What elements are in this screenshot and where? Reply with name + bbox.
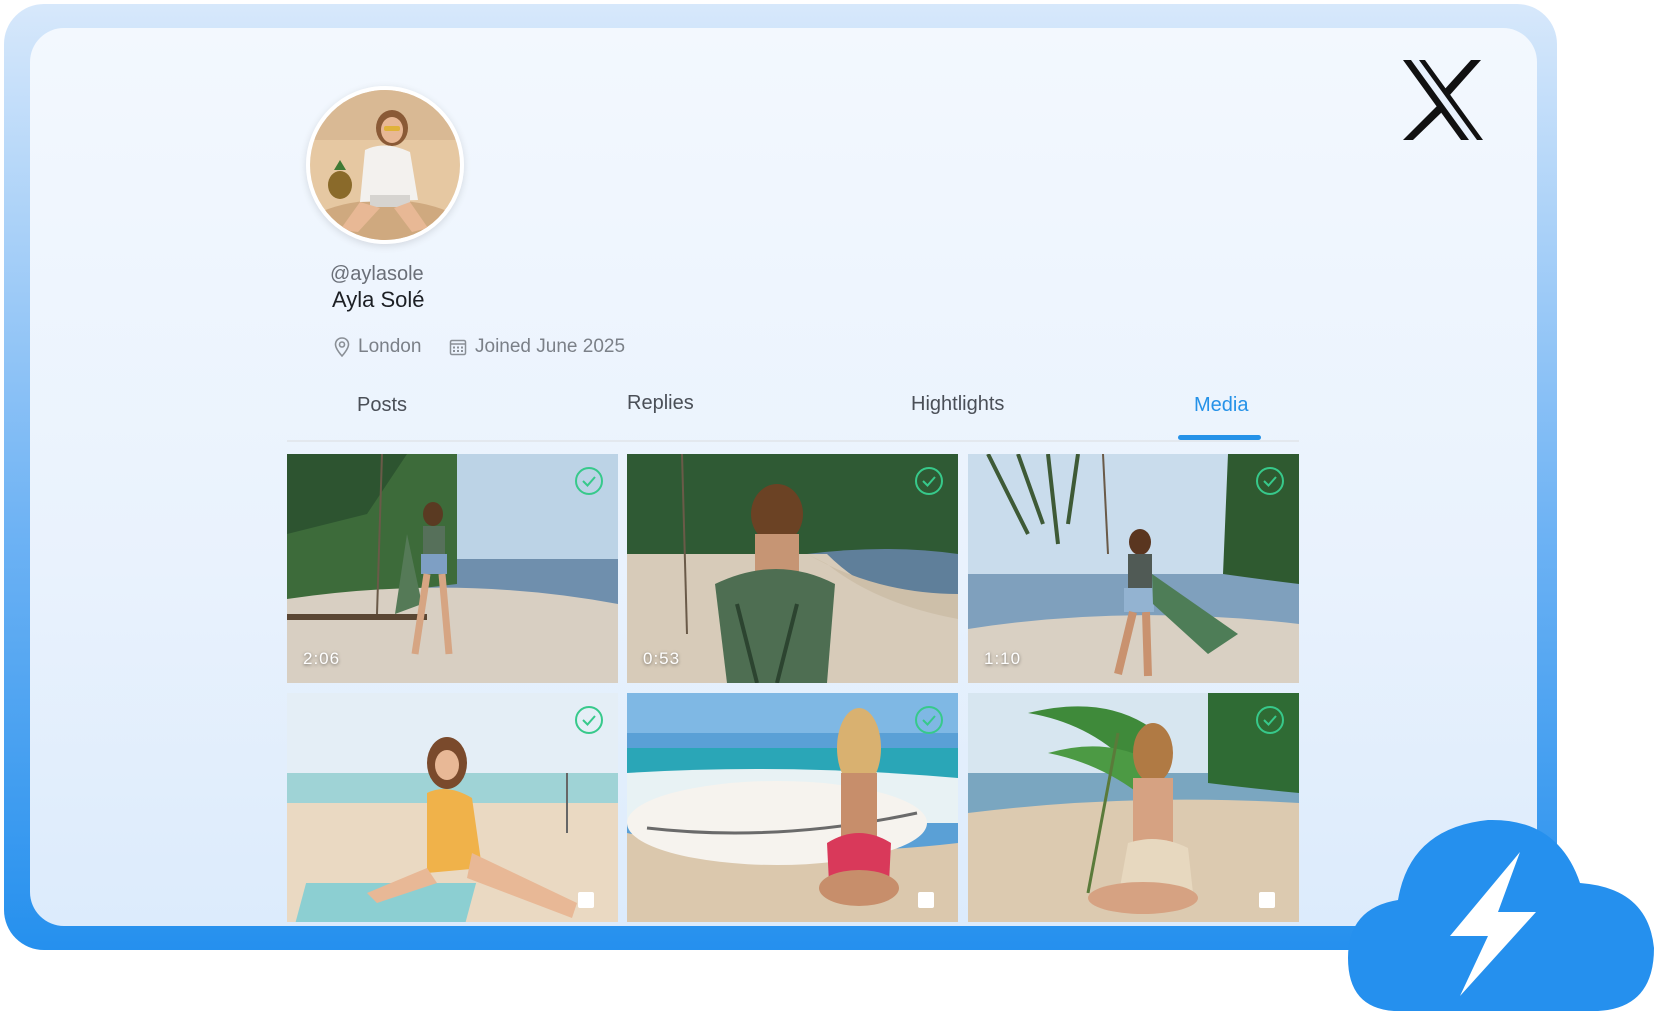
x-logo-icon <box>1403 60 1483 140</box>
select-checkbox[interactable] <box>578 892 594 908</box>
check-circle-icon[interactable] <box>574 705 604 735</box>
check-circle-icon[interactable] <box>1255 705 1285 735</box>
cloud-lightning-icon <box>1348 819 1654 1011</box>
video-duration: 2:06 <box>303 649 341 668</box>
calendar-icon <box>449 339 467 356</box>
profile-handle: @aylasole <box>330 263 424 285</box>
tab-media[interactable]: Media <box>1194 394 1248 417</box>
check-circle-icon[interactable] <box>914 466 944 496</box>
joined-text: Joined June 2025 <box>475 336 626 357</box>
media-tile[interactable] <box>627 693 958 922</box>
media-tile[interactable] <box>968 693 1299 922</box>
tab-posts[interactable]: Posts <box>357 394 407 417</box>
tab-replies[interactable]: Replies <box>627 392 694 415</box>
tab-highlights[interactable]: Hightlights <box>911 393 1004 416</box>
avatar[interactable] <box>306 86 464 244</box>
profile-name: Ayla Solé <box>332 287 425 312</box>
photo-image <box>627 693 958 922</box>
photo-image <box>287 693 618 922</box>
profile-tabs: Posts Replies Hightlights Media <box>287 380 1299 442</box>
check-circle-icon[interactable] <box>1255 466 1285 496</box>
photo-image <box>968 693 1299 922</box>
check-circle-icon[interactable] <box>914 705 944 735</box>
media-tile[interactable]: 0:53 <box>627 454 958 683</box>
media-tile[interactable] <box>287 693 618 922</box>
profile-location: London <box>334 336 421 358</box>
select-checkbox[interactable] <box>918 892 934 908</box>
check-circle-icon[interactable] <box>574 466 604 496</box>
location-pin-icon <box>334 337 350 357</box>
profile-joined: Joined June 2025 <box>449 336 625 358</box>
active-tab-indicator <box>1178 435 1261 440</box>
select-checkbox[interactable] <box>1259 892 1275 908</box>
location-text: London <box>358 336 422 357</box>
media-tile[interactable]: 2:06 <box>287 454 618 683</box>
video-duration: 1:10 <box>984 649 1022 668</box>
video-duration: 0:53 <box>643 649 681 668</box>
media-tile[interactable]: 1:10 <box>968 454 1299 683</box>
